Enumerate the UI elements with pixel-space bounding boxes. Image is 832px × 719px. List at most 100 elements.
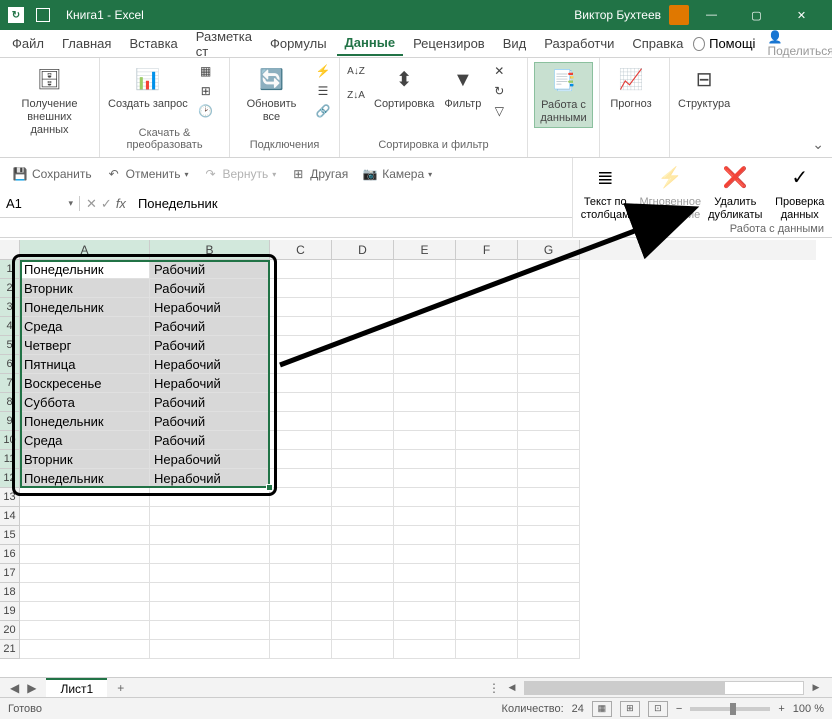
cell[interactable]: Рабочий	[150, 260, 270, 279]
column-header-F[interactable]: F	[456, 240, 518, 260]
tab-review[interactable]: Рецензиров	[405, 32, 493, 55]
cell[interactable]	[456, 545, 518, 564]
cell[interactable]	[518, 431, 580, 450]
cell[interactable]	[270, 431, 332, 450]
sort-button[interactable]: ⬍ Сортировка	[372, 62, 436, 113]
cell[interactable]	[456, 526, 518, 545]
cell[interactable]: Рабочий	[150, 336, 270, 355]
cell[interactable]	[394, 469, 456, 488]
name-box[interactable]: A1 ▾	[0, 196, 80, 211]
cell[interactable]	[150, 526, 270, 545]
cell[interactable]: Среда	[20, 317, 150, 336]
cell[interactable]: Нерабочий	[150, 469, 270, 488]
cell[interactable]: Суббота	[20, 393, 150, 412]
sheet-tab[interactable]: Лист1	[46, 678, 107, 698]
cell[interactable]	[518, 545, 580, 564]
cell[interactable]	[150, 488, 270, 507]
cell[interactable]	[270, 450, 332, 469]
cell[interactable]	[20, 507, 150, 526]
clear-filter-icon[interactable]: ✕	[489, 62, 509, 80]
cell[interactable]	[270, 526, 332, 545]
cell[interactable]: Рабочий	[150, 431, 270, 450]
cell[interactable]	[332, 355, 394, 374]
row-header[interactable]: 5	[0, 336, 20, 355]
cell[interactable]	[270, 393, 332, 412]
sheet-nav-next[interactable]: ▶	[27, 681, 36, 695]
cell[interactable]	[394, 583, 456, 602]
cell[interactable]	[332, 431, 394, 450]
cell[interactable]: Вторник	[20, 450, 150, 469]
row-header[interactable]: 3	[0, 298, 20, 317]
cell[interactable]	[270, 469, 332, 488]
tab-developer[interactable]: Разработчи	[536, 32, 622, 55]
cell[interactable]: Среда	[20, 431, 150, 450]
cell[interactable]	[270, 621, 332, 640]
row-header[interactable]: 4	[0, 317, 20, 336]
cell[interactable]	[332, 412, 394, 431]
flash-fill-button[interactable]: ⚡ Мгновенное заполнение	[637, 158, 703, 238]
user-area[interactable]: Виктор Бухтеев	[574, 5, 689, 25]
cell[interactable]	[332, 621, 394, 640]
cell[interactable]: Понедельник	[20, 412, 150, 431]
cell[interactable]	[394, 431, 456, 450]
cell[interactable]	[456, 583, 518, 602]
row-header[interactable]: 13	[0, 488, 20, 507]
row-header[interactable]: 12	[0, 469, 20, 488]
cell[interactable]	[456, 469, 518, 488]
cell[interactable]: Понедельник	[20, 469, 150, 488]
cell[interactable]	[456, 374, 518, 393]
add-sheet-button[interactable]: +	[107, 679, 134, 697]
cell[interactable]	[456, 298, 518, 317]
share-button[interactable]: 👤 Поделиться	[759, 28, 832, 60]
row-header[interactable]: 2	[0, 279, 20, 298]
cell[interactable]	[518, 621, 580, 640]
cell[interactable]	[270, 317, 332, 336]
row-header[interactable]: 19	[0, 602, 20, 621]
row-header[interactable]: 8	[0, 393, 20, 412]
tab-home[interactable]: Главная	[54, 32, 119, 55]
cell[interactable]	[456, 488, 518, 507]
cell[interactable]: Рабочий	[150, 279, 270, 298]
cell[interactable]: Четверг	[20, 336, 150, 355]
structure-button[interactable]: ⊟ Структура	[676, 62, 732, 113]
tab-view[interactable]: Вид	[495, 32, 535, 55]
cell[interactable]: Понедельник	[20, 298, 150, 317]
cell[interactable]	[270, 298, 332, 317]
cell[interactable]	[456, 393, 518, 412]
cell[interactable]	[270, 564, 332, 583]
cell[interactable]	[456, 260, 518, 279]
cell[interactable]	[394, 488, 456, 507]
get-external-data-button[interactable]: 🗄 Получение внешних данных	[6, 62, 93, 140]
cell[interactable]: Нерабочий	[150, 450, 270, 469]
cell[interactable]	[456, 621, 518, 640]
row-header[interactable]: 14	[0, 507, 20, 526]
select-all-corner[interactable]	[0, 240, 20, 260]
tab-data[interactable]: Данные	[337, 31, 404, 56]
cell[interactable]	[456, 602, 518, 621]
cell[interactable]	[332, 507, 394, 526]
cell[interactable]	[270, 412, 332, 431]
view-page-break-button[interactable]: ⊡	[648, 701, 668, 717]
tab-layout[interactable]: Разметка ст	[188, 25, 260, 63]
zoom-out-button[interactable]: −	[676, 703, 682, 715]
cell[interactable]	[20, 583, 150, 602]
cell[interactable]	[394, 336, 456, 355]
cell[interactable]	[518, 526, 580, 545]
cell[interactable]	[332, 317, 394, 336]
text-to-columns-button[interactable]: ≣ Текст по столбцам	[573, 158, 637, 238]
ribbon-collapse-button[interactable]: ⌄	[812, 136, 824, 153]
cell[interactable]	[150, 621, 270, 640]
cell[interactable]	[20, 602, 150, 621]
row-header[interactable]: 10	[0, 431, 20, 450]
redo-button[interactable]: ↷Вернуть▾	[199, 164, 281, 184]
camera-button[interactable]: 📷Камера▾	[358, 164, 436, 184]
scroll-left-button[interactable]: ◀	[504, 680, 520, 696]
cell[interactable]	[20, 526, 150, 545]
cell[interactable]	[150, 545, 270, 564]
selection-handle[interactable]	[266, 484, 273, 491]
cell[interactable]	[518, 640, 580, 659]
cell[interactable]	[394, 393, 456, 412]
cell[interactable]	[394, 279, 456, 298]
row-header[interactable]: 20	[0, 621, 20, 640]
cell[interactable]	[456, 640, 518, 659]
